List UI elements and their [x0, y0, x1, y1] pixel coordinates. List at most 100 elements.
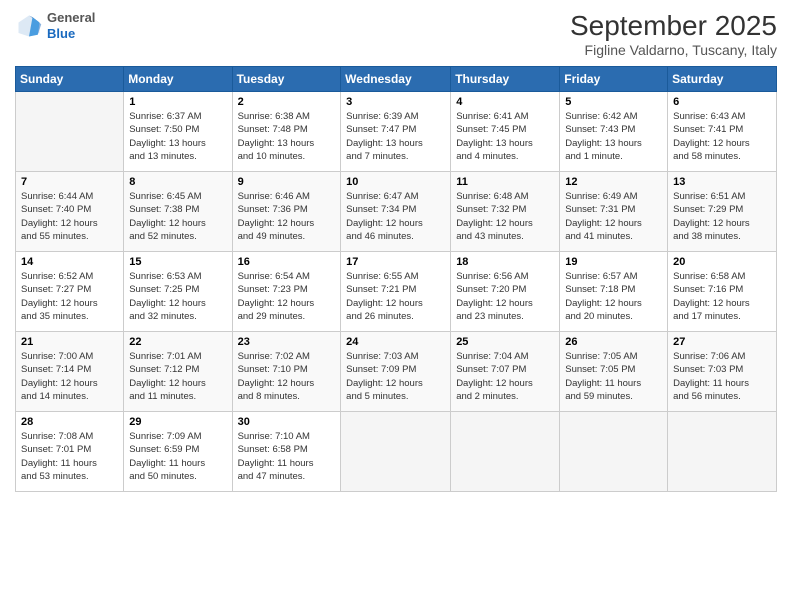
day-info: Sunrise: 7:08 AM Sunset: 7:01 PM Dayligh… [21, 430, 118, 483]
calendar-cell: 17 Sunrise: 6:55 AM Sunset: 7:21 PM Dayli… [341, 252, 451, 332]
day-info: Sunrise: 7:09 AM Sunset: 6:59 PM Dayligh… [129, 430, 226, 483]
calendar-cell: 6 Sunrise: 6:43 AM Sunset: 7:41 PM Daylig… [668, 92, 777, 172]
calendar-cell [560, 412, 668, 492]
month-title: September 2025 [570, 10, 777, 42]
calendar-cell: 29 Sunrise: 7:09 AM Sunset: 6:59 PM Dayli… [124, 412, 232, 492]
col-sunday: Sunday [16, 67, 124, 92]
calendar-cell: 24Sunrise: 7:03 AM Sunset: 7:09 PM Dayli… [341, 332, 451, 412]
day-number: 3 [346, 96, 445, 108]
calendar-week-3: 14 Sunrise: 6:52 AM Sunset: 7:27 PM Dayli… [16, 252, 777, 332]
calendar-cell [451, 412, 560, 492]
day-info: Sunrise: 6:52 AM Sunset: 7:27 PM Dayligh… [21, 270, 118, 323]
day-info: Sunrise: 6:39 AM Sunset: 7:47 PM Dayligh… [346, 110, 445, 163]
calendar-cell: 23Sunrise: 7:02 AM Sunset: 7:10 PM Dayli… [232, 332, 341, 412]
calendar-cell: 11Sunrise: 6:48 AM Sunset: 7:32 PM Dayli… [451, 172, 560, 252]
logo: General Blue [15, 10, 95, 41]
day-number: 29 [129, 416, 226, 428]
day-number: 11 [456, 176, 554, 188]
calendar-page: General Blue September 2025 Figline Vald… [0, 0, 792, 612]
calendar-cell: 1Sunrise: 6:37 AM Sunset: 7:50 PM Daylig… [124, 92, 232, 172]
day-number: 5 [565, 96, 662, 108]
day-info: Sunrise: 6:46 AM Sunset: 7:36 PM Dayligh… [238, 190, 336, 243]
day-info: Sunrise: 6:57 AM Sunset: 7:18 PM Dayligh… [565, 270, 662, 323]
calendar-cell: 25Sunrise: 7:04 AM Sunset: 7:07 PM Dayli… [451, 332, 560, 412]
day-number: 20 [673, 256, 771, 268]
calendar-cell: 10Sunrise: 6:47 AM Sunset: 7:34 PM Dayli… [341, 172, 451, 252]
calendar-cell: 13 Sunrise: 6:51 AM Sunset: 7:29 PM Dayli… [668, 172, 777, 252]
logo-icon [15, 12, 43, 40]
logo-blue: Blue [47, 26, 95, 42]
day-info: Sunrise: 6:47 AM Sunset: 7:34 PM Dayligh… [346, 190, 445, 243]
day-number: 19 [565, 256, 662, 268]
day-info: Sunrise: 6:42 AM Sunset: 7:43 PM Dayligh… [565, 110, 662, 163]
calendar-cell: 27 Sunrise: 7:06 AM Sunset: 7:03 PM Dayli… [668, 332, 777, 412]
calendar-cell: 18 Sunrise: 6:56 AM Sunset: 7:20 PM Dayli… [451, 252, 560, 332]
col-monday: Monday [124, 67, 232, 92]
calendar-week-1: 1Sunrise: 6:37 AM Sunset: 7:50 PM Daylig… [16, 92, 777, 172]
day-number: 22 [129, 336, 226, 348]
calendar-cell: 30 Sunrise: 7:10 AM Sunset: 6:58 PM Dayli… [232, 412, 341, 492]
day-number: 21 [21, 336, 118, 348]
day-number: 17 [346, 256, 445, 268]
col-wednesday: Wednesday [341, 67, 451, 92]
calendar-cell: 12 Sunrise: 6:49 AM Sunset: 7:31 PM Dayli… [560, 172, 668, 252]
calendar-week-5: 28 Sunrise: 7:08 AM Sunset: 7:01 PM Dayli… [16, 412, 777, 492]
logo-text: General Blue [47, 10, 95, 41]
calendar-cell: 19 Sunrise: 6:57 AM Sunset: 7:18 PM Dayli… [560, 252, 668, 332]
day-info: Sunrise: 6:54 AM Sunset: 7:23 PM Dayligh… [238, 270, 336, 323]
calendar-cell: 8Sunrise: 6:45 AM Sunset: 7:38 PM Daylig… [124, 172, 232, 252]
calendar-cell: 15 Sunrise: 6:53 AM Sunset: 7:25 PM Dayli… [124, 252, 232, 332]
day-number: 1 [129, 96, 226, 108]
day-info: Sunrise: 6:49 AM Sunset: 7:31 PM Dayligh… [565, 190, 662, 243]
day-info: Sunrise: 7:01 AM Sunset: 7:12 PM Dayligh… [129, 350, 226, 403]
day-info: Sunrise: 6:43 AM Sunset: 7:41 PM Dayligh… [673, 110, 771, 163]
day-number: 2 [238, 96, 336, 108]
day-info: Sunrise: 6:45 AM Sunset: 7:38 PM Dayligh… [129, 190, 226, 243]
calendar-week-2: 7 Sunrise: 6:44 AM Sunset: 7:40 PM Daylig… [16, 172, 777, 252]
calendar-cell: 5 Sunrise: 6:42 AM Sunset: 7:43 PM Daylig… [560, 92, 668, 172]
day-number: 27 [673, 336, 771, 348]
day-number: 15 [129, 256, 226, 268]
day-number: 7 [21, 176, 118, 188]
day-info: Sunrise: 6:51 AM Sunset: 7:29 PM Dayligh… [673, 190, 771, 243]
calendar-cell: 26Sunrise: 7:05 AM Sunset: 7:05 PM Dayli… [560, 332, 668, 412]
calendar-cell [341, 412, 451, 492]
day-info: Sunrise: 7:03 AM Sunset: 7:09 PM Dayligh… [346, 350, 445, 403]
calendar-cell [668, 412, 777, 492]
calendar-header-row: Sunday Monday Tuesday Wednesday Thursday… [16, 67, 777, 92]
day-info: Sunrise: 6:56 AM Sunset: 7:20 PM Dayligh… [456, 270, 554, 323]
col-friday: Friday [560, 67, 668, 92]
day-info: Sunrise: 6:53 AM Sunset: 7:25 PM Dayligh… [129, 270, 226, 323]
calendar-cell: 14 Sunrise: 6:52 AM Sunset: 7:27 PM Dayli… [16, 252, 124, 332]
day-number: 14 [21, 256, 118, 268]
day-info: Sunrise: 6:58 AM Sunset: 7:16 PM Dayligh… [673, 270, 771, 323]
day-number: 30 [238, 416, 336, 428]
calendar-cell: 21Sunrise: 7:00 AM Sunset: 7:14 PM Dayli… [16, 332, 124, 412]
day-info: Sunrise: 7:10 AM Sunset: 6:58 PM Dayligh… [238, 430, 336, 483]
day-number: 18 [456, 256, 554, 268]
col-thursday: Thursday [451, 67, 560, 92]
day-number: 28 [21, 416, 118, 428]
calendar-week-4: 21Sunrise: 7:00 AM Sunset: 7:14 PM Dayli… [16, 332, 777, 412]
day-number: 25 [456, 336, 554, 348]
calendar-cell: 16Sunrise: 6:54 AM Sunset: 7:23 PM Dayli… [232, 252, 341, 332]
calendar-cell: 22 Sunrise: 7:01 AM Sunset: 7:12 PM Dayli… [124, 332, 232, 412]
page-header: General Blue September 2025 Figline Vald… [15, 10, 777, 58]
calendar-cell: 20 Sunrise: 6:58 AM Sunset: 7:16 PM Dayli… [668, 252, 777, 332]
day-number: 6 [673, 96, 771, 108]
calendar-cell: 2 Sunrise: 6:38 AM Sunset: 7:48 PM Daylig… [232, 92, 341, 172]
day-info: Sunrise: 6:44 AM Sunset: 7:40 PM Dayligh… [21, 190, 118, 243]
calendar-cell: 28 Sunrise: 7:08 AM Sunset: 7:01 PM Dayli… [16, 412, 124, 492]
day-info: Sunrise: 7:06 AM Sunset: 7:03 PM Dayligh… [673, 350, 771, 403]
calendar-table: Sunday Monday Tuesday Wednesday Thursday… [15, 66, 777, 492]
day-info: Sunrise: 6:38 AM Sunset: 7:48 PM Dayligh… [238, 110, 336, 163]
calendar-cell: 4Sunrise: 6:41 AM Sunset: 7:45 PM Daylig… [451, 92, 560, 172]
day-info: Sunrise: 6:55 AM Sunset: 7:21 PM Dayligh… [346, 270, 445, 323]
day-number: 9 [238, 176, 336, 188]
day-number: 4 [456, 96, 554, 108]
day-number: 12 [565, 176, 662, 188]
logo-general: General [47, 10, 95, 26]
day-number: 13 [673, 176, 771, 188]
day-number: 26 [565, 336, 662, 348]
title-block: September 2025 Figline Valdarno, Tuscany… [570, 10, 777, 58]
